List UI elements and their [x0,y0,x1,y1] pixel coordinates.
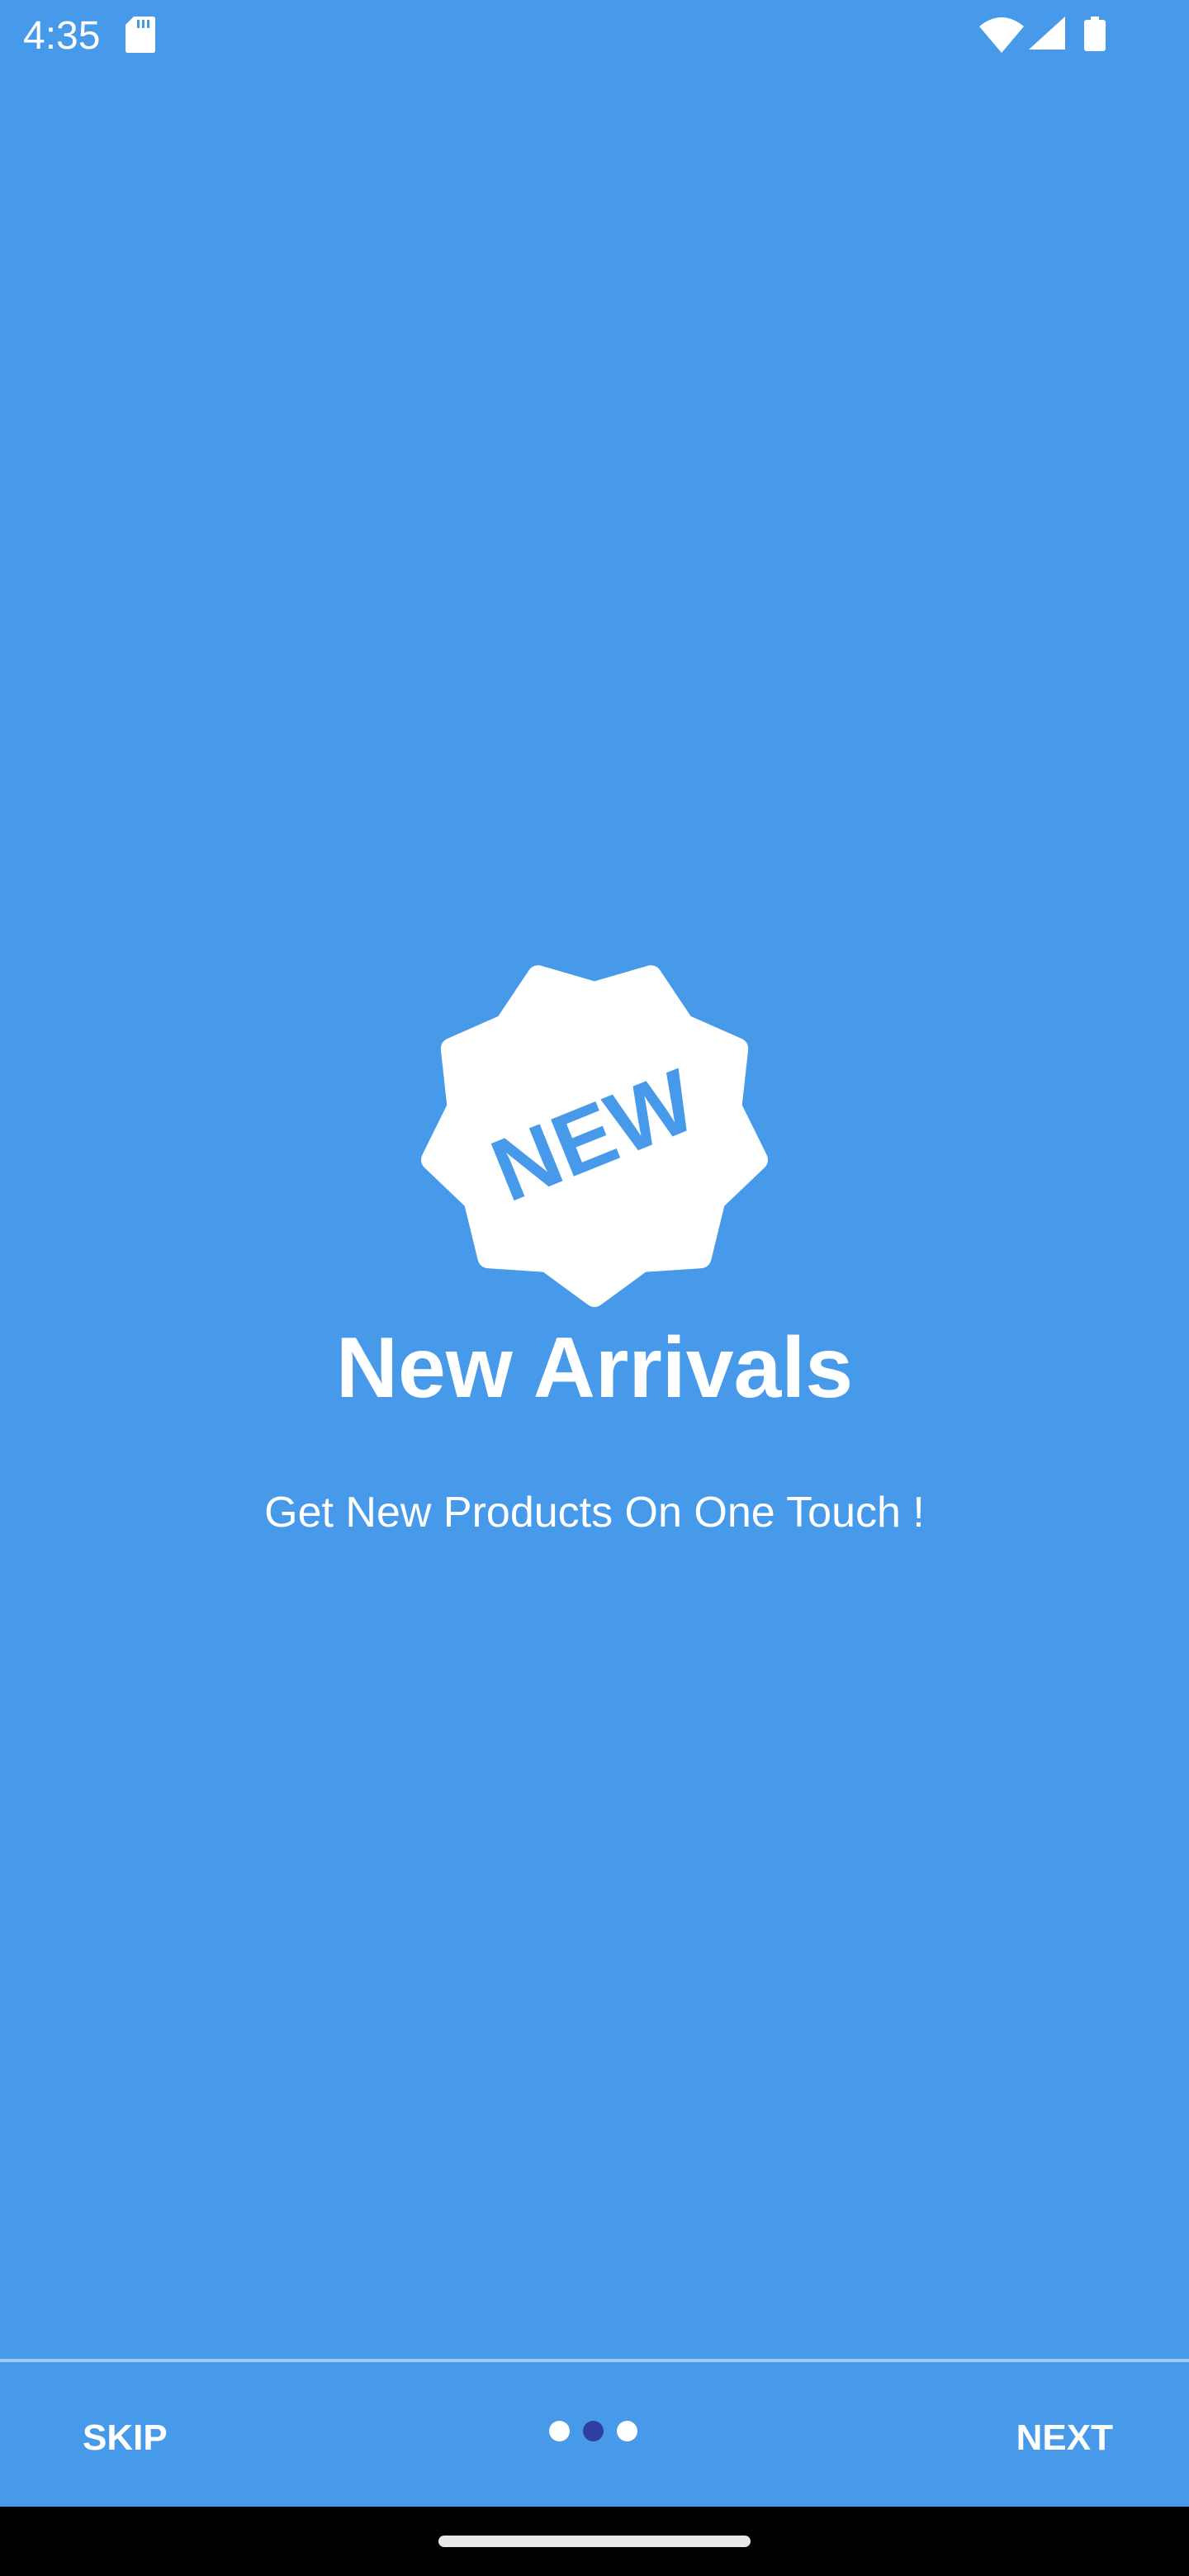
status-time: 4:35 [23,14,101,58]
page-indicator [549,2421,637,2441]
home-gesture-handle[interactable] [438,2536,751,2547]
next-button[interactable]: NEXT [1016,2413,1113,2463]
page-title: New Arrivals [335,1320,854,1416]
footer-divider [0,2359,1189,2362]
signal-icon [1029,17,1065,50]
page-dot[interactable] [617,2421,637,2441]
new-badge-icon: NEW [421,965,768,1307]
page-subtitle: Get New Products On One Touch ! [264,1489,925,1537]
skip-button[interactable]: SKIP [83,2413,168,2463]
page-dot[interactable] [549,2421,570,2441]
battery-icon [1084,17,1106,51]
sd-card-icon [126,17,155,53]
wifi-icon [979,17,1024,53]
page-dot-active[interactable] [583,2421,604,2441]
